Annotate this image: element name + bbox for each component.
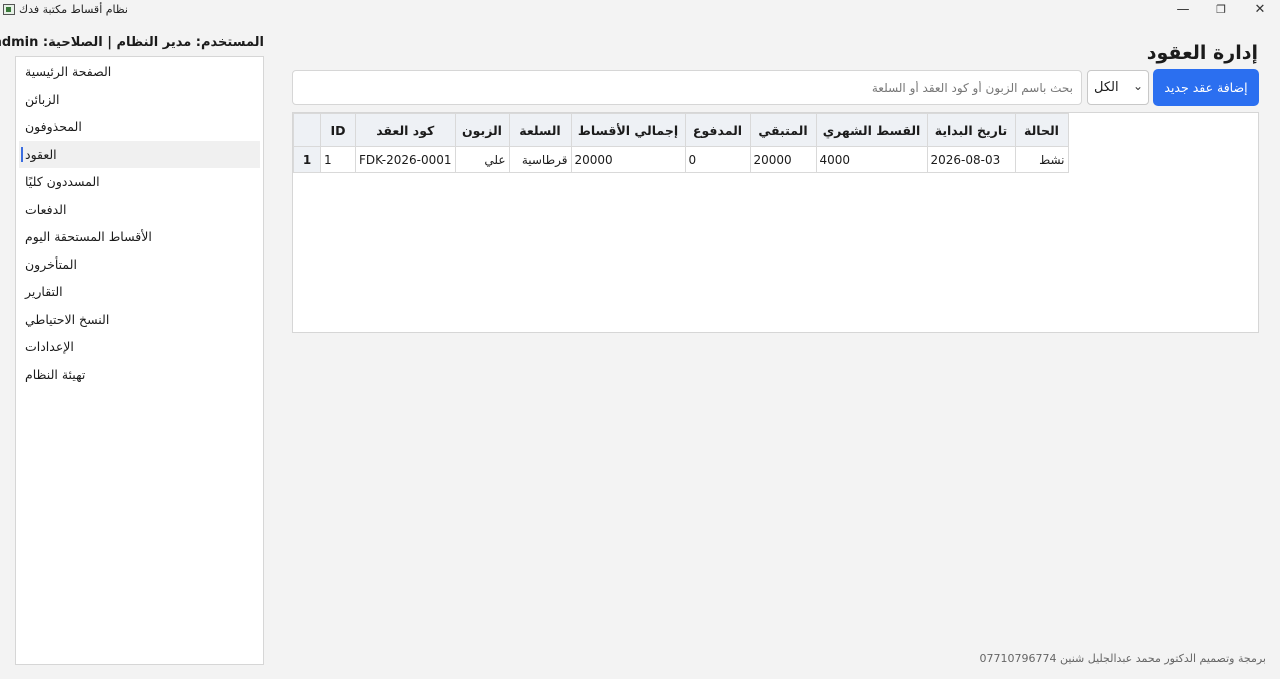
window-title: نظام أقساط مكتبة فدك [19, 3, 128, 16]
sidebar-item-due-today[interactable]: الأقساط المستحقة اليوم [16, 223, 263, 251]
cell-monthly-installment[interactable]: 4000 [815, 146, 928, 173]
cell-start-date[interactable]: 2026-08-03 [926, 146, 1016, 173]
sidebar-item-customers[interactable]: الزبائن [16, 86, 263, 114]
cell-status[interactable]: نشط [1014, 146, 1069, 173]
maximize-button[interactable]: ❐ [1204, 0, 1238, 20]
column-header-paid[interactable]: المدفوع [684, 113, 751, 147]
cell-contract-code[interactable]: FDK-2026-0001 [355, 146, 456, 173]
app-icon [3, 4, 15, 15]
column-header-id[interactable]: ID [320, 113, 356, 147]
cell-total-installments[interactable]: 20000 [570, 146, 686, 173]
contracts-table-container: ID كود العقد الزبون السلعة إجمالي الأقسا… [292, 112, 1259, 333]
sidebar-item-fully-paid[interactable]: المسددون كليًا [16, 168, 263, 196]
chevron-down-icon: ⌄ [1132, 79, 1143, 93]
minimize-button[interactable]: — [1166, 0, 1200, 20]
table-header-row: ID كود العقد الزبون السلعة إجمالي الأقسا… [293, 113, 1069, 147]
sidebar-item-reports[interactable]: التقارير [16, 278, 263, 306]
sidebar-item-system-init[interactable]: تهيئة النظام [16, 361, 263, 389]
add-contract-button[interactable]: إضافة عقد جديد [1153, 69, 1259, 106]
cell-remaining[interactable]: 20000 [749, 146, 817, 173]
cell-customer[interactable]: علي [454, 146, 510, 173]
corner-header [293, 113, 321, 147]
column-header-total-installments[interactable]: إجمالي الأقساط [570, 113, 686, 147]
contracts-table: ID كود العقد الزبون السلعة إجمالي الأقسا… [293, 113, 1069, 173]
cell-paid[interactable]: 0 [684, 146, 751, 173]
column-header-item[interactable]: السلعة [508, 113, 572, 147]
column-header-remaining[interactable]: المتبقي [749, 113, 817, 147]
close-button[interactable]: ✕ [1243, 0, 1277, 20]
sidebar-item-home[interactable]: الصفحة الرئيسية [16, 58, 263, 86]
column-header-status[interactable]: الحالة [1014, 113, 1069, 147]
column-header-contract-code[interactable]: كود العقد [355, 113, 456, 147]
sidebar-item-late[interactable]: المتأخرون [16, 251, 263, 279]
search-input[interactable] [292, 70, 1082, 105]
sidebar-item-contracts[interactable]: العقود [19, 140, 260, 168]
column-header-customer[interactable]: الزبون [454, 113, 510, 147]
filter-selected-value: الكل [1094, 80, 1119, 95]
table-row[interactable]: 1 1 FDK-2026-0001 علي قرطاسية 20000 0 20… [293, 146, 1069, 173]
column-header-start-date[interactable]: تاريخ البداية [926, 113, 1016, 147]
user-info: المستخدم: مدير النظام | الصلاحية: admin [0, 35, 264, 50]
status-filter-select[interactable]: الكل ⌄ [1087, 70, 1149, 105]
sidebar: الصفحة الرئيسية الزبائن المحذوفون العقود… [15, 56, 264, 665]
sidebar-item-payments[interactable]: الدفعات [16, 196, 263, 224]
cell-id[interactable]: 1 [320, 146, 356, 173]
row-number[interactable]: 1 [293, 146, 321, 173]
sidebar-item-settings[interactable]: الإعدادات [16, 333, 263, 361]
sidebar-item-deleted[interactable]: المحذوفون [16, 113, 263, 141]
footer-credits: برمجة وتصميم الدكتور محمد عبدالجليل شنين… [979, 652, 1266, 665]
page-title: إدارة العقود [1146, 42, 1258, 64]
cell-item[interactable]: قرطاسية [508, 146, 572, 173]
sidebar-item-backup[interactable]: النسخ الاحتياطي [16, 306, 263, 334]
column-header-monthly-installment[interactable]: القسط الشهري [815, 113, 928, 147]
title-bar: نظام أقساط مكتبة فدك — ❐ ✕ [0, 0, 1280, 20]
